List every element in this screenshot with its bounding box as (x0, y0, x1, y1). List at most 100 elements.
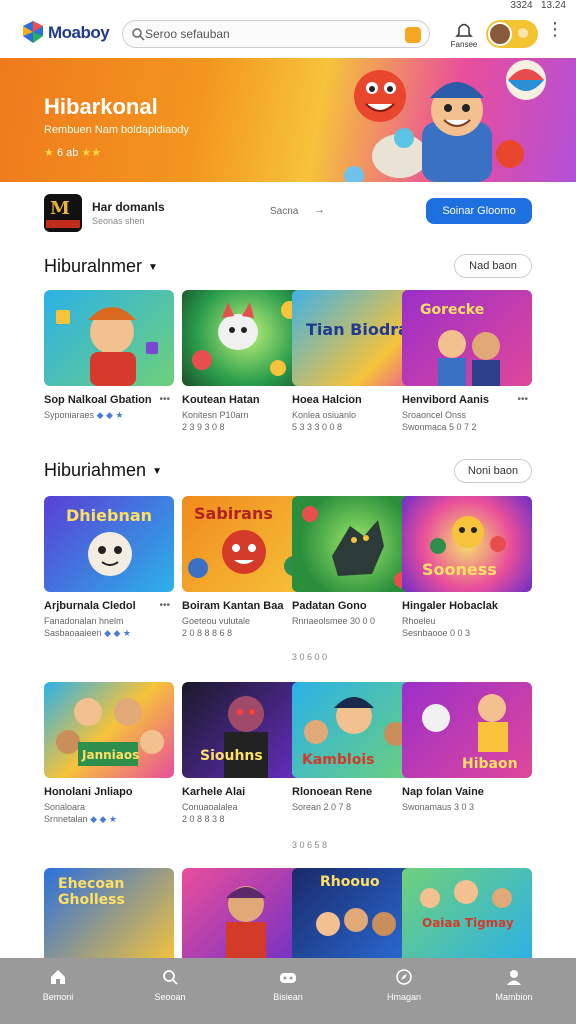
hero-characters-illustration (344, 60, 546, 182)
notifications-label: Fansee (450, 40, 478, 49)
section-2-more-button[interactable]: Noni baon (454, 459, 532, 483)
nav-home[interactable]: Bemoni (18, 968, 98, 1002)
game-downloads: Sasbaoaaieen (44, 628, 102, 638)
game-publisher: Swonamaus 3 0 3 (402, 802, 475, 812)
avatar (488, 22, 512, 46)
game-tile-text: Kamblois (302, 752, 375, 768)
game-thumbnail[interactable]: Gorecke (402, 290, 532, 386)
star-icon: ★★ (81, 147, 102, 159)
more-options-icon[interactable]: ••• (159, 600, 170, 611)
game-meta: Sroaoncel Onss (402, 410, 532, 420)
character-illustration (430, 516, 506, 554)
star-icon: ★ (44, 147, 54, 159)
game-thumbnail[interactable]: Sooness (402, 496, 532, 592)
game-publisher: Syponiaraes (44, 410, 95, 420)
game-card[interactable]: Janniaos Honolani Jnliapo Sonaloara Srnn… (44, 682, 174, 825)
badge-icons: ◆ ◆ ★ (96, 410, 124, 420)
nav-explore-label: Hmagan (386, 992, 422, 1002)
nav-explore[interactable]: Hmagan (364, 968, 444, 1002)
app-name[interactable]: Moaboy (48, 23, 110, 43)
account-chip[interactable] (486, 20, 538, 48)
nav-games-label: Bisiean (273, 992, 303, 1002)
app-badge-icon: M (50, 198, 70, 219)
featured-install-button[interactable]: Soinar Gloomo (426, 198, 532, 224)
pagination-indicator: 3 0 6 5 8 (292, 840, 328, 850)
game-downloads: 2 0 8 8 8 6 8 (182, 628, 233, 638)
game-card[interactable]: Dhiebnan Arjburnala Cledol Fanadonalan h… (44, 496, 174, 639)
character-illustration (438, 330, 500, 386)
bottom-navigation: Bemoni Seooan Bisiean Hmagan Mambion (0, 958, 576, 1024)
chevron-down-icon: ▼ (148, 261, 158, 273)
voice-search-icon[interactable] (405, 27, 421, 43)
game-thumbnail[interactable]: Dhiebnan (44, 496, 174, 592)
profile-icon (507, 970, 521, 985)
game-downloads: Srnnetalan (44, 814, 88, 824)
bell-icon[interactable] (452, 20, 476, 40)
hero-rating-text: 6 ab (56, 147, 79, 159)
featured-app-row[interactable]: M Har domanls Seonas shen Sacna → Soinar… (0, 190, 576, 240)
featured-app-icon[interactable]: M (44, 194, 82, 232)
game-card[interactable]: Hibaon Nap folan Vaine Swonamaus 3 0 3 (402, 682, 532, 812)
section-1-more-button[interactable]: Nad baon (454, 254, 532, 278)
game-meta: Sasbaoaaieen ◆ ◆ ★ (44, 628, 174, 639)
game-thumbnail[interactable] (44, 290, 174, 386)
character-illustration (420, 880, 512, 908)
section-title-1-text: Hiburalnmer (44, 256, 143, 276)
more-options-icon[interactable]: ••• (159, 394, 170, 405)
app-ribbon-icon (46, 220, 80, 228)
game-title: Henvibord Aanis (402, 394, 489, 406)
game-thumbnail[interactable]: Hibaon (402, 682, 532, 778)
game-downloads: Swonmaca 5 0 7 2 (402, 422, 477, 432)
game-meta: Srnnetalan ◆ ◆ ★ (44, 814, 174, 825)
game-title: Honolani Jnliapo (44, 786, 133, 798)
game-card[interactable]: Sop Nalkoal Gbation Syponiaraes ◆ ◆ ★ ••… (44, 290, 174, 421)
compass-icon (396, 969, 412, 985)
badge-icons: ◆ ◆ ★ (90, 814, 117, 824)
gamepad-icon (280, 973, 296, 983)
more-options-icon[interactable]: ⋮ (546, 20, 564, 38)
search-icon (163, 970, 178, 985)
game-title: Arjburnala Cledol (44, 600, 136, 612)
hero-rating: ★ 6 ab ★★ (44, 146, 101, 159)
game-publisher: Fanadonalan hnelm (44, 616, 124, 626)
hero-title: Hibarkonal (44, 94, 158, 119)
game-thumbnail[interactable]: Janniaos (44, 682, 174, 778)
character-illustration (56, 307, 158, 386)
game-tile-text: Janniaos (82, 748, 140, 762)
search-bar[interactable]: Seroo sefauban (122, 20, 430, 48)
nav-profile[interactable]: Mambion (474, 968, 554, 1002)
search-input[interactable]: Seroo sefauban (145, 27, 230, 41)
arrow-right-icon: → (314, 204, 325, 216)
featured-app-name: Har domanls (92, 200, 165, 214)
game-thumbnail[interactable]: Ehecoan Gholless (44, 868, 174, 964)
section-title-2[interactable]: Hiburiahmen ▼ (44, 460, 162, 481)
pin-icon (518, 28, 528, 38)
character-illustration (88, 532, 132, 576)
game-tile-text: Siouhns (200, 748, 263, 764)
section-title-1[interactable]: Hiburalnmer ▼ (44, 256, 158, 277)
game-card[interactable]: Gorecke Henvibord Aanis Sroaoncel Onss S… (402, 290, 532, 432)
badge-icons: ◆ ◆ ★ (104, 628, 131, 638)
more-options-icon[interactable]: ••• (517, 394, 528, 405)
game-meta: Syponiaraes ◆ ◆ ★ (44, 410, 174, 421)
app-logo-icon[interactable] (22, 20, 44, 44)
nav-search[interactable]: Seooan (130, 968, 210, 1002)
hero-banner[interactable]: Hibarkonal Rembuen Nam boldapldiaody ★ 6… (0, 58, 576, 182)
search-icon (132, 28, 145, 41)
nav-home-label: Bemoni (42, 992, 74, 1002)
game-thumbnail[interactable]: Oaiaa Tigmay (402, 868, 532, 964)
game-tile-text: Hibaon (462, 756, 518, 772)
game-card[interactable]: Ehecoan Gholless (44, 868, 174, 964)
section-title-2-text: Hiburiahmen (44, 460, 147, 480)
game-card[interactable]: Sooness Hingaler Hobaclak Rhoeleu Sesnba… (402, 496, 532, 638)
status-bar: 3324 13.24 (376, 0, 576, 12)
featured-app-meta: Sacna (270, 206, 299, 217)
game-title: Hingaler Hobaclak (402, 600, 498, 612)
game-card[interactable]: Oaiaa Tigmay (402, 868, 532, 964)
nav-games[interactable]: Bisiean (248, 968, 328, 1002)
character-illustration (56, 698, 164, 766)
nav-profile-label: Mambion (495, 992, 533, 1002)
featured-app-subtitle: Seonas shen (92, 216, 145, 226)
game-title: Sop Nalkoal Gbation (44, 394, 152, 406)
game-publisher: Sroaoncel Onss (402, 410, 467, 420)
